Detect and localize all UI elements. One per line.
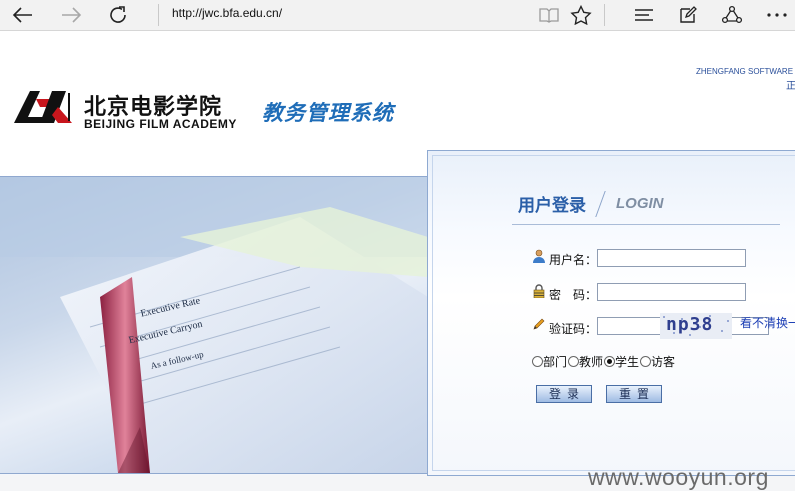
title-underline <box>512 224 780 225</box>
browser-toolbar: http://jwc.bfa.edu.cn/ <box>0 0 795 31</box>
toolbar-divider <box>604 4 605 26</box>
captcha-image[interactable]: np38 <box>660 313 732 339</box>
password-label: 密 码： <box>549 288 598 302</box>
login-title-en: LOGIN <box>616 195 664 212</box>
username-input[interactable] <box>597 249 746 267</box>
role-label-guest: 访客 <box>651 355 676 369</box>
lock-icon <box>533 284 545 298</box>
favorite-star-icon[interactable] <box>568 2 594 28</box>
login-page: 北京电影学院 BEIJING FILM ACADEMY 教务管理系统 ZHENG… <box>0 31 795 490</box>
captcha-text: np38 <box>666 314 714 335</box>
role-label-teacher: 教师 <box>579 355 604 369</box>
address-bar[interactable]: http://jwc.bfa.edu.cn/ <box>172 6 282 20</box>
web-note-icon[interactable] <box>675 2 701 28</box>
banner-photo: Executive Rate Executive Carryon As a fo… <box>0 176 429 474</box>
role-radio-guest[interactable] <box>640 356 652 367</box>
captcha-label: 验证码： <box>549 322 598 336</box>
login-title-cn: 用户登录 <box>518 196 586 216</box>
vendor-sub: 正 <box>786 81 795 92</box>
role-selector: 部门 教师 学生 访客 <box>532 353 676 370</box>
login-panel-inner <box>432 155 795 471</box>
forward-arrow-icon[interactable] <box>58 2 84 28</box>
watermark: www.wooyun.org <box>588 464 769 490</box>
role-radio-student[interactable] <box>604 356 616 367</box>
role-label-dept: 部门 <box>543 355 568 369</box>
username-label: 用户名： <box>549 253 598 267</box>
login-panel: 用户登录 LOGIN 用户名： 密 码： 验证码： np38 看不清换一 部门 … <box>427 150 795 476</box>
refresh-icon[interactable] <box>106 2 132 28</box>
user-icon <box>533 249 545 263</box>
document-pen-illustration <box>0 177 428 473</box>
role-label-student: 学生 <box>615 355 640 369</box>
reading-view-icon[interactable] <box>536 2 562 28</box>
role-radio-dept[interactable] <box>532 356 543 367</box>
password-input[interactable] <box>597 283 746 301</box>
back-arrow-icon[interactable] <box>10 2 36 28</box>
pencil-icon <box>533 318 545 330</box>
captcha-refresh-link[interactable]: 看不清换一 <box>740 314 795 331</box>
system-title: 教务管理系统 <box>262 101 394 125</box>
reset-button[interactable]: 重置 <box>606 385 662 403</box>
share-icon[interactable] <box>719 2 745 28</box>
vendor-name: ZHENGFANG SOFTWARE <box>696 67 794 76</box>
role-radio-teacher[interactable] <box>568 356 580 367</box>
toolbar-divider <box>158 4 159 26</box>
school-name-en: BEIJING FILM ACADEMY <box>84 117 237 131</box>
more-icon[interactable] <box>764 2 790 28</box>
hub-icon[interactable] <box>631 2 657 28</box>
login-button[interactable]: 登录 <box>536 385 592 403</box>
